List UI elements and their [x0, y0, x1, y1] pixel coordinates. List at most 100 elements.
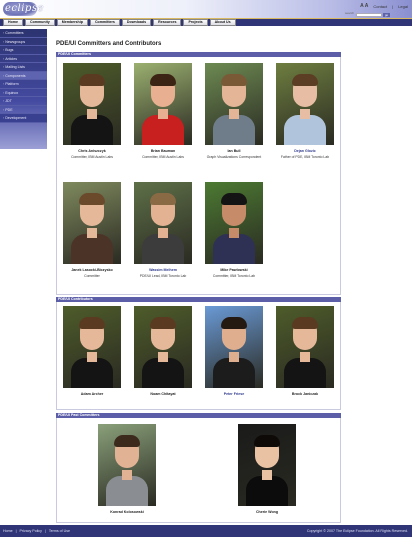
person-name: Mike Pawlowski: [220, 268, 248, 272]
committers-section: PDE/UI Committers Chris Aniszczyk Committ…: [56, 52, 341, 295]
person-name: Brock Janiczak: [291, 392, 319, 396]
separator: |: [392, 3, 394, 9]
page-title: PDE/UI Committers and Contributors: [56, 41, 162, 47]
person-photo: [134, 306, 192, 388]
person-card: Wassim Melhem PDE/UI Lead, IBM Toronto La…: [131, 182, 195, 278]
sidebar-item-label: Mailing Lists: [5, 65, 25, 69]
person-card: Ian Bull Graph Visualizations Corresponde…: [202, 63, 266, 159]
sidebar-item-pde[interactable]: ›PDE: [0, 106, 47, 114]
nav-tab-home[interactable]: Home: [3, 19, 23, 26]
person-role: Committer, IBM Toronto Lab: [212, 274, 256, 278]
sidebar-item-label: Articles: [5, 56, 17, 61]
font-size-toggle[interactable]: A A: [360, 3, 368, 9]
main-nav: Home Community Membership Committers Downloa…: [0, 18, 412, 26]
person-name: Chris Aniszczyk: [78, 149, 106, 153]
footer-link-home[interactable]: Home: [3, 529, 13, 533]
separator: |: [44, 529, 46, 533]
nav-tab-community[interactable]: Community: [25, 19, 55, 26]
person-name[interactable]: Dejan Glozic: [273, 149, 337, 153]
sidebar-item-articles[interactable]: ›Articles: [0, 55, 47, 63]
nav-tab-downloads[interactable]: Downloads: [121, 19, 152, 26]
person-name: Noam Chitayat: [150, 392, 176, 396]
copyright: Copyright © 2007 The Eclipse Foundation.…: [306, 529, 408, 533]
search-label: search: [344, 11, 354, 15]
top-links: A A Contact | Legal: [360, 3, 408, 9]
person-role: Graph Visualizations Correspondent: [206, 155, 262, 159]
footer-link-terms-of-use[interactable]: Terms of Use: [49, 529, 70, 533]
person-photo: [63, 182, 121, 264]
person-card: Noam Chitayat: [131, 306, 195, 396]
search-go-button[interactable]: go: [383, 13, 390, 17]
sidebar-item-committers[interactable]: ›Committers: [0, 29, 47, 38]
person-photo: [205, 306, 263, 388]
sidebar-item-components[interactable]: ›Components: [0, 71, 47, 80]
person-role: Committer, IBM Austin Labs: [142, 155, 184, 159]
header: eclipse A A Contact | Legal search go: [0, 0, 412, 18]
person-card: Mike Pawlowski Committer, IBM Toronto Lab: [202, 182, 266, 278]
sidebar-item-label: PDE: [5, 107, 13, 112]
search-input[interactable]: [356, 13, 382, 17]
sidebar-item-platform[interactable]: ›Platform: [0, 80, 47, 89]
person-photo: [63, 306, 121, 388]
person-photo: [276, 306, 334, 388]
person-card: Brock Janiczak: [273, 306, 337, 396]
separator: |: [15, 529, 17, 533]
sidebar-item-newsgroups[interactable]: ›Newsgroups: [0, 38, 47, 46]
person-name: Adam Archer: [80, 392, 104, 396]
contact-link[interactable]: Contact: [373, 4, 387, 9]
person-role: Committer, IBM Austin Labs: [71, 155, 113, 159]
person-name: Ian Bull: [227, 149, 241, 153]
person-photo: [63, 63, 121, 145]
nav-tab-membership[interactable]: Membership: [56, 19, 88, 26]
person-role: Father of PDE, IBM Toronto Lab: [280, 155, 330, 159]
sidebar-item-mailing-lists[interactable]: ›Mailing Lists: [0, 63, 47, 72]
past-committers-section: PDE/UI Past Committers Konrad Kolosowski…: [56, 413, 341, 523]
person-card: Brian Bauman Committer, IBM Austin Labs: [131, 63, 195, 159]
sidebar-item-bugs[interactable]: ›Bugs: [0, 46, 47, 55]
person-photo: [205, 63, 263, 145]
sidebar: ›Committers ›Newsgroups ›Bugs ›Articles ›Mai…: [0, 29, 47, 149]
sidebar-item-jdt[interactable]: ›JDT: [0, 97, 47, 106]
sidebar-item-equinox[interactable]: ›Equinox: [0, 89, 47, 97]
contributors-section: PDE/UI Contributors Adam Archer Noam Chit…: [56, 297, 341, 410]
sidebar-item-label: Platform: [5, 82, 19, 86]
person-card: Adam Archer: [60, 306, 124, 396]
footer: Home | Privacy Policy | Terms of Use Copyrig…: [0, 525, 412, 537]
sidebar-item-label: JDT: [5, 99, 12, 103]
person-photo: [205, 182, 263, 264]
sidebar-item-label: Bugs: [5, 48, 14, 52]
sidebar-item-label: Newsgroups: [5, 39, 26, 44]
nav-tab-projects[interactable]: Projects: [183, 19, 208, 26]
nav-tab-resources[interactable]: Resources: [153, 19, 182, 26]
person-role: PDE/UI Lead, IBM Toronto Lab: [139, 274, 187, 278]
person-role: Committer: [84, 274, 100, 278]
eclipse-logo[interactable]: eclipse: [5, 3, 44, 14]
legal-link[interactable]: Legal: [398, 4, 408, 9]
person-name[interactable]: Peter Friese: [202, 392, 266, 396]
footer-link-privacy-policy[interactable]: Privacy Policy: [20, 529, 42, 533]
nav-tab-about-us[interactable]: About Us: [209, 19, 236, 26]
person-card: Peter Friese: [202, 306, 266, 396]
sidebar-item-development[interactable]: ›Development: [0, 114, 47, 123]
person-name: Janek Lasocki-Biczysko: [71, 268, 113, 272]
sidebar-item-label: Components: [5, 73, 26, 78]
person-card: Janek Lasocki-Biczysko Committer: [60, 182, 124, 278]
nav-tab-committers[interactable]: Committers: [89, 19, 120, 26]
person-name: Cherie Wong: [255, 510, 279, 514]
person-name: Konrad Kolosowski: [110, 510, 144, 514]
person-card: Konrad Kolosowski: [95, 424, 159, 514]
person-photo: [276, 63, 334, 145]
person-name: Brian Bauman: [150, 149, 176, 153]
person-photo: [134, 63, 192, 145]
person-photo: [134, 182, 192, 264]
sidebar-item-label: Equinox: [5, 90, 19, 95]
person-photo: [98, 424, 156, 506]
main-content: PDE/UI Committers and Contributors: [54, 27, 342, 47]
person-name[interactable]: Wassim Melhem: [131, 268, 195, 272]
person-card: Dejan Glozic Father of PDE, IBM Toronto L…: [273, 63, 337, 159]
person-photo: [238, 424, 296, 506]
person-card: Chris Aniszczyk Committer, IBM Austin Lab…: [60, 63, 124, 159]
person-card: Cherie Wong: [235, 424, 299, 514]
sidebar-item-label: Development: [5, 116, 27, 120]
sidebar-item-label: Committers: [5, 31, 24, 35]
